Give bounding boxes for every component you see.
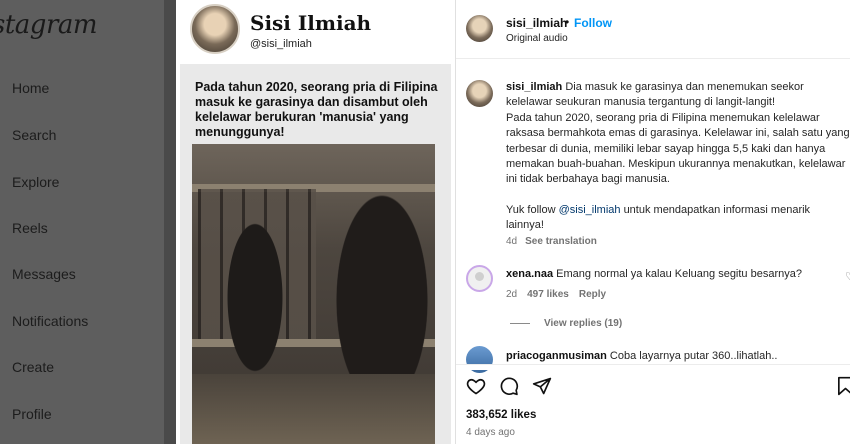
comment-age: 2d	[506, 289, 518, 300]
nav-item-reels[interactable]: Reels	[12, 220, 48, 236]
follow-button[interactable]: Follow	[574, 16, 612, 30]
comment-text: xena.naa Emang normal ya kalau Keluang s…	[506, 268, 802, 280]
see-translation-button[interactable]: See translation	[525, 236, 597, 247]
reply-button[interactable]: Reply	[579, 289, 606, 300]
caption-username[interactable]: sisi_ilmiah	[506, 81, 562, 93]
instagram-logo[interactable]: Instagram	[0, 10, 125, 40]
likes-count[interactable]: 383,652 likes	[466, 409, 536, 421]
post-timestamp[interactable]: 4 days ago	[466, 427, 515, 438]
heart-icon[interactable]	[466, 376, 486, 396]
image-headline: Pada tahun 2020, seorang pria di Filipin…	[195, 80, 438, 139]
comment-icon[interactable]	[499, 376, 519, 396]
header-divider	[456, 58, 850, 59]
author-avatar[interactable]	[466, 15, 493, 42]
caption-follow-prefix: Yuk follow	[506, 203, 556, 216]
caption-line2: Pada tahun 2020, seorang pria di Filipin…	[506, 111, 850, 186]
comment-like-icon[interactable]: ♡	[845, 270, 850, 283]
bookmark-icon[interactable]	[836, 376, 850, 396]
comment-likes[interactable]: 497 likes	[527, 289, 569, 300]
image-account-name: Sisi Ilmiah	[250, 11, 372, 35]
image-account-handle: @sisi_ilmiah	[250, 38, 312, 50]
caption-avatar[interactable]	[466, 80, 493, 107]
modal-backdrop[interactable]	[164, 0, 176, 444]
bat-photo	[192, 144, 435, 444]
nav-item-create[interactable]: Create	[12, 359, 54, 375]
sidebar-nav: Instagram Home Search Explore Reels Mess…	[0, 0, 164, 444]
panel-divider	[455, 0, 456, 444]
caption-mention[interactable]: @sisi_ilmiah	[559, 204, 621, 216]
image-card: Pada tahun 2020, seorang pria di Filipin…	[180, 64, 451, 444]
nav-item-home[interactable]: Home	[12, 80, 49, 96]
caption-age: 4d	[506, 236, 518, 247]
comment-avatar[interactable]	[466, 265, 493, 292]
actions-divider	[456, 364, 850, 365]
image-account-avatar	[190, 4, 240, 54]
nav-item-notifications[interactable]: Notifications	[12, 313, 88, 329]
nav-item-search[interactable]: Search	[12, 127, 56, 143]
bat-silhouette	[220, 204, 290, 374]
separator-dot: •	[565, 15, 570, 29]
comment-username[interactable]: xena.naa	[506, 268, 553, 280]
comment-username[interactable]: priacoganmusiman	[506, 350, 607, 362]
comment-body: Coba layarnya putar 360..lihatlah..	[609, 350, 778, 362]
nav-item-explore[interactable]: Explore	[12, 174, 59, 190]
post-image[interactable]: Sisi Ilmiah @sisi_ilmiah Pada tahun 2020…	[176, 0, 455, 444]
nav-item-profile[interactable]: Profile	[12, 406, 52, 422]
share-icon[interactable]	[532, 376, 552, 396]
nav-item-messages[interactable]: Messages	[12, 266, 76, 282]
bat-silhouette	[327, 174, 435, 404]
caption-meta: 4d See translation	[506, 236, 605, 247]
caption: sisi_ilmiah Dia masuk ke garasinya dan m…	[506, 80, 850, 234]
logo-text: Instagram	[0, 10, 98, 40]
view-replies-line	[510, 323, 530, 324]
view-replies-button[interactable]: View replies (19)	[544, 318, 622, 329]
comment-body: Emang normal ya kalau Keluang segitu bes…	[556, 268, 802, 280]
author-username[interactable]: sisi_ilmiah	[506, 16, 567, 30]
comment-text: priacoganmusiman Coba layarnya putar 360…	[506, 350, 777, 362]
comment-meta: 2d 497 likes Reply	[506, 289, 616, 300]
audio-label[interactable]: Original audio	[506, 33, 568, 44]
